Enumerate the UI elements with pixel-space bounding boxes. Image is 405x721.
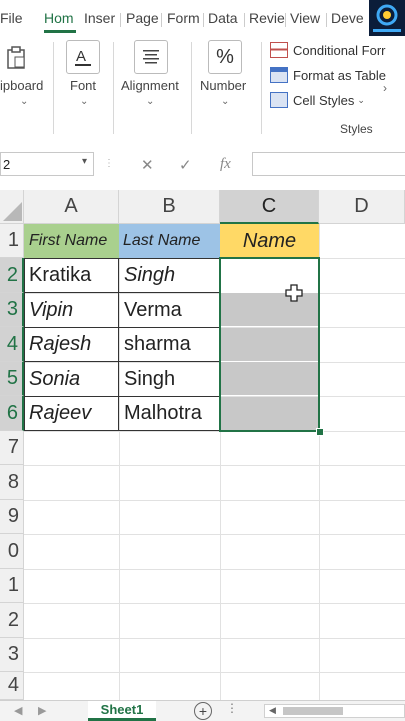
column-header-d[interactable]: D (319, 190, 405, 224)
row-header[interactable]: 2 (0, 603, 24, 638)
chevron-down-icon: ⌄ (357, 94, 365, 105)
tab-view[interactable]: View (290, 10, 320, 26)
cross-cursor-icon (285, 284, 303, 302)
row-header[interactable]: 3 (0, 293, 24, 327)
row-header[interactable]: 4 (0, 672, 24, 700)
column-header-a[interactable]: A (24, 190, 119, 224)
row-header[interactable]: 5 (0, 362, 24, 396)
row-header[interactable]: 6 (0, 396, 24, 431)
header-cell-name[interactable]: Name (220, 224, 319, 258)
name-box-value: 2 (3, 157, 11, 172)
column-header-c[interactable]: C (220, 190, 319, 224)
tab-formulas[interactable]: Form (167, 10, 200, 26)
tab-page-layout[interactable]: Page (126, 10, 159, 26)
column-header-b[interactable]: B (119, 190, 220, 224)
conditional-formatting-label: Conditional Forr (293, 42, 386, 58)
format-as-table-label: Format as Table (293, 67, 386, 83)
row-header[interactable]: 1 (0, 569, 24, 603)
cell-styles-button[interactable]: Cell Styles ⌄ (270, 92, 365, 108)
scrollbar-thumb[interactable] (283, 707, 343, 715)
paste-icon[interactable] (0, 42, 32, 74)
tab-file[interactable]: File (0, 10, 23, 26)
active-tab-indicator (44, 30, 76, 33)
row-header[interactable]: 4 (0, 327, 24, 362)
svg-text:A: A (76, 48, 86, 65)
clipboard-group-label[interactable]: ipboard (0, 78, 43, 93)
cancel-icon[interactable]: ✕ (141, 156, 154, 174)
sheet-tab-bar: ◀ ▶ Sheet1 + ⋮ ◀ (0, 700, 405, 721)
name-box[interactable]: 2 ▾ (0, 152, 94, 176)
tab-data[interactable]: Data (208, 10, 238, 26)
formula-input[interactable] (252, 152, 405, 176)
styles-group-label: Styles (340, 122, 373, 136)
enter-check-icon[interactable]: ✓ (179, 156, 192, 174)
row-header[interactable]: 2 (0, 258, 24, 293)
number-group-label[interactable]: Number (200, 78, 246, 93)
formula-bar: 2 ▾ ⋮ ✕ ✓ fx (0, 144, 405, 191)
cell-styles-label: Cell Styles (293, 92, 355, 108)
tab-review[interactable]: Revie (249, 10, 285, 26)
row-header[interactable]: 1 (0, 224, 24, 258)
format-as-table-icon (270, 67, 288, 83)
row-header[interactable]: 0 (0, 534, 24, 569)
logo-icon (373, 4, 401, 32)
chevron-down-icon[interactable]: ⌄ (146, 96, 154, 107)
ribbon-tab-bar: File Hom Inser Page Form Data Revie View… (0, 0, 405, 36)
fill-handle[interactable] (316, 428, 324, 436)
chevron-right-icon[interactable]: › (383, 81, 387, 95)
font-group-label[interactable]: Font (70, 78, 96, 93)
scroll-left-icon[interactable]: ◀ (14, 704, 22, 717)
sheet-options-icon[interactable]: ⋮ (226, 701, 238, 715)
tab-home[interactable]: Hom (44, 10, 74, 26)
tab-insert[interactable]: Inser (84, 10, 115, 26)
selection-border (219, 257, 320, 432)
conditional-formatting-button[interactable]: Conditional Forr (270, 42, 386, 58)
row-header[interactable]: 7 (0, 431, 24, 465)
font-icon[interactable]: A (66, 40, 100, 74)
alignment-icon[interactable] (134, 40, 168, 74)
spreadsheet-grid: A B C D 1 2 3 4 5 6 7 8 9 0 1 2 3 4 Firs… (0, 190, 405, 700)
chevron-down-icon[interactable]: ⌄ (20, 96, 28, 107)
tab-developer[interactable]: Deve (331, 10, 364, 26)
percent-icon[interactable]: % (208, 40, 242, 74)
row-header[interactable]: 9 (0, 500, 24, 534)
scroll-left-icon[interactable]: ◀ (269, 705, 276, 716)
table-border (24, 258, 220, 431)
ribbon: ipboard ⌄ A Font ⌄ Alignment ⌄ % Number … (0, 36, 405, 145)
insert-function-icon[interactable]: fx (220, 156, 231, 173)
row-header[interactable]: 3 (0, 638, 24, 672)
row-header[interactable]: 8 (0, 465, 24, 500)
sheet-tab-sheet1[interactable]: Sheet1 (88, 701, 156, 721)
conditional-formatting-icon (270, 42, 288, 58)
channel-logo (369, 0, 405, 36)
scroll-right-icon[interactable]: ▶ (38, 704, 46, 717)
drag-handle-icon[interactable]: ⋮ (104, 158, 114, 169)
header-cell-first-name[interactable]: First Name (24, 224, 119, 258)
alignment-group-label[interactable]: Alignment (121, 78, 179, 93)
format-as-table-button[interactable]: Format as Table (270, 67, 386, 83)
chevron-down-icon[interactable]: ▾ (82, 156, 87, 167)
header-cell-last-name[interactable]: Last Name (119, 224, 220, 258)
chevron-down-icon[interactable]: ⌄ (221, 96, 229, 107)
add-sheet-icon[interactable]: + (194, 702, 212, 720)
cell-styles-icon (270, 92, 288, 108)
chevron-down-icon[interactable]: ⌄ (80, 96, 88, 107)
horizontal-scrollbar[interactable]: ◀ (264, 704, 405, 718)
select-all-button[interactable] (0, 190, 24, 224)
